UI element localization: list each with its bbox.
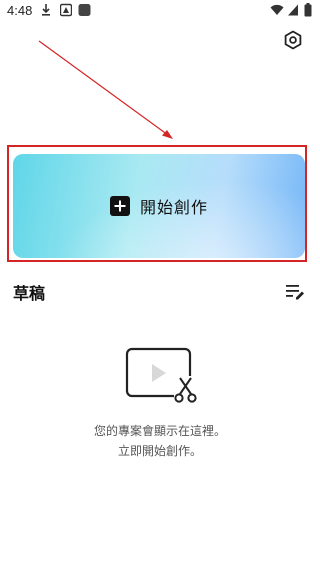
battery-icon [304,3,312,17]
empty-state-line-2: 立即開始創作。 [117,444,202,458]
empty-state-line-1: 您的專案會顯示在這裡。 [93,424,226,438]
app-notification-icon [60,3,72,17]
start-creating-label: 開始創作 [139,198,208,217]
download-icon [42,4,50,16]
app-square-icon [78,4,91,16]
status-time: 4:48 [7,3,33,18]
drafts-edit-list-icon[interactable] [285,282,305,300]
signal-icon [288,4,298,16]
settings-icon [284,30,302,50]
screen: 4:48 開始創作 草稿 您的專案會顯示在這裡。 立即開始創作。 [0,0,320,569]
wifi-icon [270,4,284,15]
plus-icon [109,196,130,216]
status-bar: 4:48 [0,0,320,22]
drafts-title: 草稿 [13,284,46,303]
video-scissors-icon [125,347,200,404]
empty-state-message: 您的專案會顯示在這裡。 立即開始創作。 [0,421,320,461]
annotation-arrow [38,40,173,139]
settings-button[interactable] [281,28,305,52]
start-creating-content: 開始創作 [109,194,208,218]
start-creating-button[interactable]: 開始創作 [13,154,305,258]
